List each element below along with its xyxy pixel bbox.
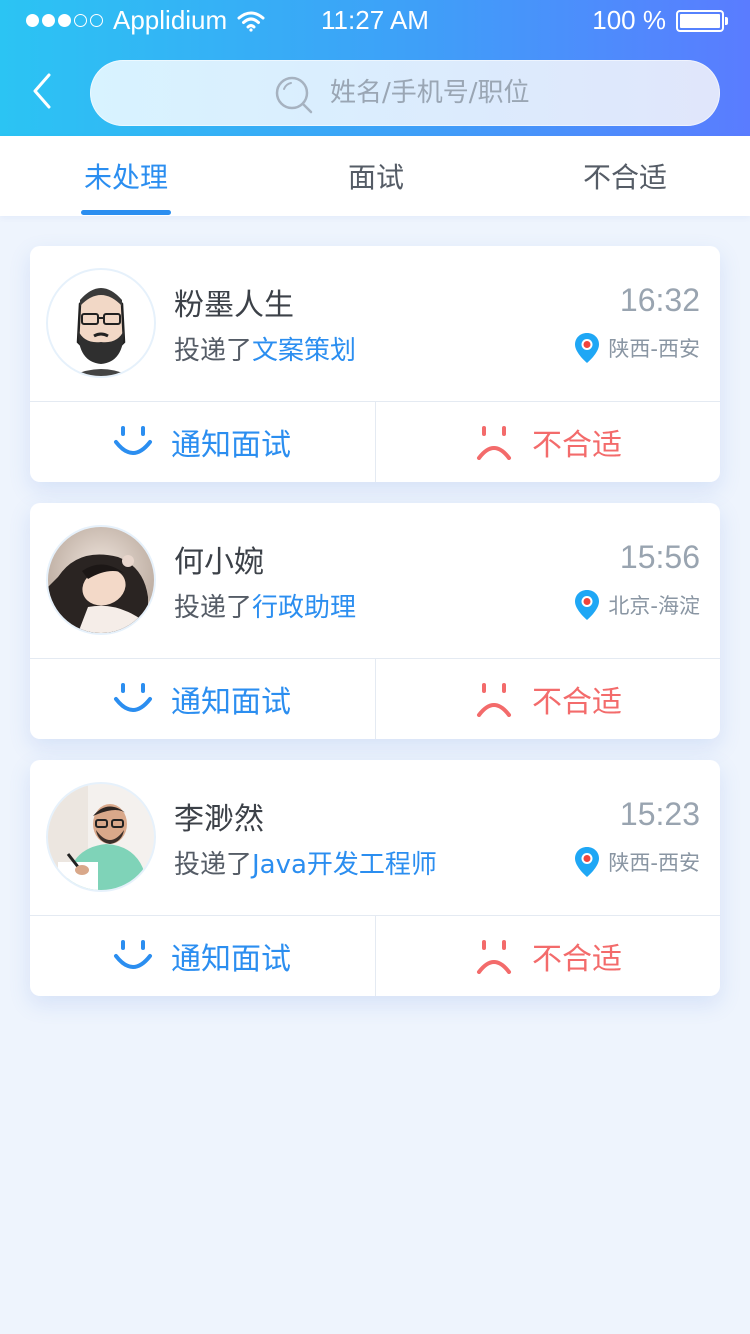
- avatar-illustration: [48, 270, 154, 376]
- search-input[interactable]: [330, 60, 690, 126]
- applied-prefix: 投递了: [174, 850, 253, 880]
- sad-face-icon: [477, 426, 511, 460]
- applicant-card: 何小婉 投递了行政助理 15:56 北京-海淀 通知面试 不合适: [30, 503, 720, 739]
- tab-unsuitable[interactable]: 不合适: [535, 136, 715, 216]
- active-tab-indicator: [81, 210, 171, 215]
- notify-interview-label: 通知面试: [171, 428, 291, 463]
- back-button[interactable]: [22, 66, 62, 116]
- location-text: 北京-海淀: [608, 594, 700, 618]
- applied-position-line: 投递了文案策划: [174, 330, 356, 367]
- sad-face-icon: [477, 940, 511, 974]
- location: 北京-海淀: [574, 589, 700, 621]
- applicant-name: 何小婉: [174, 545, 264, 580]
- applicant-name: 粉墨人生: [174, 288, 294, 323]
- smile-icon: [114, 683, 152, 712]
- location-text: 陕西-西安: [608, 337, 700, 361]
- applied-prefix: 投递了: [174, 593, 253, 623]
- search-icon: [275, 76, 313, 114]
- reject-button[interactable]: 不合适: [376, 659, 720, 739]
- tab-bar: 未处理 面试 不合适: [0, 136, 750, 216]
- tab-unprocessed[interactable]: 未处理: [36, 136, 216, 216]
- applied-position-line: 投递了行政助理: [174, 587, 356, 624]
- header: Applidium 11:27 AM 100 %: [0, 0, 750, 136]
- location-pin-icon: [575, 590, 600, 620]
- status-bar: Applidium 11:27 AM 100 %: [0, 0, 750, 42]
- job-title-link[interactable]: Java开发工程师: [252, 850, 437, 880]
- location: 陕西-西安: [574, 332, 700, 364]
- application-time: 16:32: [619, 282, 700, 318]
- notify-interview-button[interactable]: 通知面试: [30, 402, 374, 482]
- smile-icon: [114, 426, 152, 455]
- location-text: 陕西-西安: [608, 851, 700, 875]
- application-time: 15:23: [619, 796, 700, 832]
- status-right: 100 %: [592, 5, 728, 36]
- applied-position-line: 投递了Java开发工程师: [174, 844, 437, 881]
- notify-interview-button[interactable]: 通知面试: [30, 916, 374, 996]
- battery-percent: 100 %: [592, 5, 666, 35]
- notify-interview-button[interactable]: 通知面试: [30, 659, 374, 739]
- location: 陕西-西安: [574, 846, 700, 878]
- avatar-illustration: [48, 527, 154, 633]
- avatar[interactable]: [48, 270, 154, 376]
- reject-label: 不合适: [532, 685, 622, 720]
- applied-prefix: 投递了: [174, 336, 253, 366]
- sad-face-icon: [477, 683, 511, 717]
- reject-label: 不合适: [532, 942, 622, 977]
- chevron-left-icon: [33, 73, 51, 109]
- avatar[interactable]: [48, 527, 154, 633]
- reject-button[interactable]: 不合适: [376, 402, 720, 482]
- tab-interview[interactable]: 面试: [286, 136, 466, 216]
- applicant-name: 李渺然: [174, 802, 264, 837]
- reject-label: 不合适: [532, 428, 622, 463]
- notify-interview-label: 通知面试: [171, 942, 291, 977]
- location-pin-icon: [575, 333, 600, 363]
- search-box[interactable]: [90, 60, 720, 126]
- smile-icon: [114, 940, 152, 969]
- battery-icon: [676, 9, 728, 32]
- location-pin-icon: [575, 847, 600, 877]
- applicant-card: 李渺然 投递了Java开发工程师 15:23 陕西-西安 通知面试 不合适: [30, 760, 720, 996]
- notify-interview-label: 通知面试: [171, 685, 291, 720]
- reject-button[interactable]: 不合适: [376, 916, 720, 996]
- job-title-link[interactable]: 文案策划: [252, 336, 356, 366]
- avatar[interactable]: [48, 784, 154, 890]
- avatar-illustration: [48, 784, 154, 890]
- application-time: 15:56: [619, 539, 700, 575]
- applicant-card: 粉墨人生 投递了文案策划 16:32 陕西-西安 通知面试 不合适: [30, 246, 720, 482]
- job-title-link[interactable]: 行政助理: [252, 593, 356, 623]
